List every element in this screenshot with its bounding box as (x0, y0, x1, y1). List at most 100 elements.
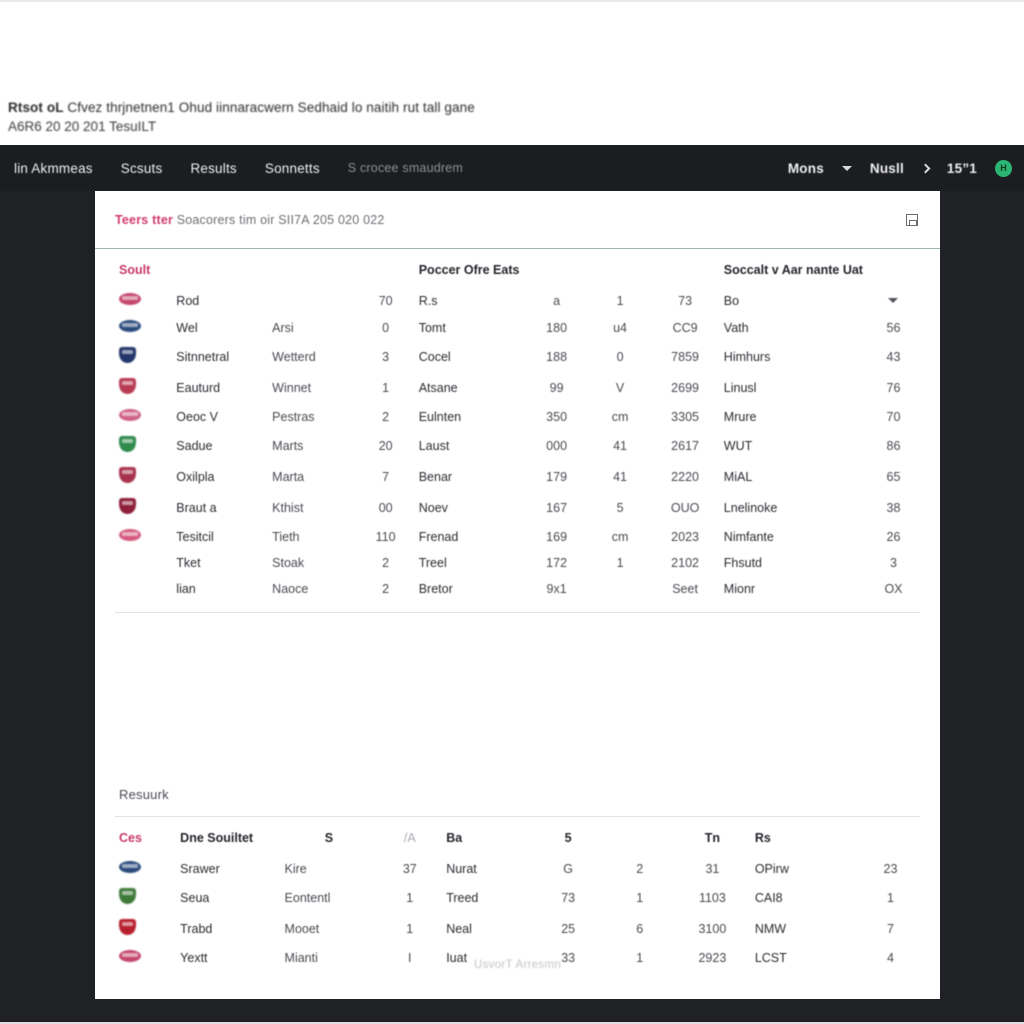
card-header: Teers tter Soacorers tim oir SII7A 205 0… (95, 191, 940, 249)
t1-cell-e: 188 (546, 349, 568, 364)
chevron-down-icon[interactable] (888, 298, 899, 303)
t1-cell-h: Nimfante (723, 529, 774, 544)
team-crest-icon (119, 347, 136, 363)
t1-cell-b: Tieth (272, 529, 300, 544)
table-row[interactable]: Tesitcil Tieth 110 Frenad 169 cm 2023 Nimfante 2… (115, 523, 920, 550)
table-row[interactable]: lian Naoce 2 Bretor 9x1 Seet Mionr OX (115, 576, 920, 602)
table-row[interactable]: Seua Eontentl 1 Treed 73 1 1103 CAI8 1 (115, 882, 920, 913)
page-heading: Rtsot oL Cfvez thrjnetnen1 Ohud iinnarac… (8, 97, 908, 118)
t1-cell-g: 3305 (671, 409, 699, 424)
table-two: Ces Dne Souiltet S /A Ba 5 Tn Rs Srawer K… (115, 817, 920, 971)
nav-item-sonnetts[interactable]: Sonnetts (265, 161, 320, 176)
team-crest-cell (115, 855, 176, 882)
t1-cell-e: a (553, 293, 561, 308)
t1-cell-a: Braut a (176, 500, 217, 515)
chevron-right-icon[interactable] (920, 163, 931, 173)
table-row[interactable]: Oxilpla Marta 7 Benar 179 41 2220 MiAL 65 (115, 461, 920, 492)
page-heading-lead: Rtsot oL (8, 100, 64, 115)
t1-cell-f: 1 (616, 556, 624, 570)
avatar[interactable]: H (995, 159, 1012, 177)
team-crest-cell (115, 403, 172, 430)
team-crest-cell (115, 287, 172, 314)
t1-cell-g: 2102 (671, 556, 699, 570)
t1-cell-b: Marta (272, 469, 305, 484)
th-col-a (172, 249, 268, 287)
t1-cell-c: 110 (375, 529, 396, 544)
table-row[interactable]: Tket Stoak 2 Treel 172 1 2102 Fhsutd 3 (115, 550, 920, 576)
table-row[interactable]: Sadue Marts 20 Laust 000 41 2617 WUT 86 (115, 430, 920, 461)
table-two-block: Ces Dne Souiltet S /A Ba 5 Tn Rs Srawer K… (95, 817, 940, 971)
table-row[interactable]: Braut a Kthist 00 Noev 167 5 OUO Lnelinoke 38 (115, 492, 920, 523)
nav-secondary-label[interactable]: Nusll (870, 161, 904, 176)
table-row[interactable]: Rod 70 R.s a 1 73 Bo (115, 287, 920, 314)
t1-cell-h: Mrure (723, 409, 757, 424)
nav-item-scouts[interactable]: Scsuts (121, 161, 163, 176)
t1-cell-h: MiAL (723, 469, 753, 484)
table-row[interactable]: Trabd Mooet 1 Neal 25 6 3100 NMW 7 (115, 913, 920, 944)
t1-cell-h: Lnelinoke (723, 500, 778, 515)
th-col-d: Poccer Ofre Eats (418, 263, 520, 277)
t1-cell-g: 2023 (671, 529, 699, 544)
t2-cell-f: 6 (636, 921, 644, 936)
t1-cell-a: Sadue (176, 438, 213, 453)
t2-cell-g: 1103 (698, 890, 726, 905)
t1-cell-d: Cocel (418, 349, 451, 364)
t2-cell-h: NMW (754, 921, 787, 936)
t1-cell-b: Wetterd (272, 349, 316, 364)
th-col-i (867, 249, 920, 287)
t1-cell-c: 2 (382, 582, 390, 596)
th-col-f (590, 249, 651, 287)
t1-cell-e: 000 (546, 438, 568, 453)
table-row[interactable]: Eauturd Winnet 1 Atsane 99 V 2699 Linusl 76 (115, 372, 920, 403)
t1-cell-d: Tomt (418, 320, 446, 335)
table-row[interactable]: Sitnnetral Wetterd 3 Cocel 188 0 7859 Himhurs 43 (115, 341, 920, 372)
t1-cell-d: Atsane (418, 380, 458, 395)
team-crest-icon (119, 498, 136, 514)
t1-cell-d: Bretor (418, 582, 453, 596)
t1-cell-c: 2 (382, 556, 390, 570)
t2-cell-c: 37 (402, 861, 417, 876)
nav-item-results[interactable]: Results (190, 161, 236, 176)
team-crest-cell (115, 341, 172, 372)
table-row[interactable]: Oeoc V Pestras 2 Eulnten 350 cm 3305 Mrure 70 (115, 403, 920, 430)
t1-cell-b (268, 287, 356, 314)
t1-cell-a: lian (176, 582, 196, 596)
t2-cell-c: 1 (406, 890, 414, 905)
th2-col-h: Rs (754, 831, 771, 845)
card-footer-note: UsvorT Arresmn (473, 959, 562, 971)
page-heading-strip: Rtsot oL Cfvez thrjnetnen1 Ohud iinnarac… (0, 0, 1024, 145)
team-crest-icon (119, 409, 141, 421)
table-row[interactable]: Srawer Kire 37 Nurat G 2 31 OPirw 23 (115, 855, 920, 882)
t1-cell-i: OX (884, 582, 903, 596)
team-crest-icon (119, 888, 136, 904)
t1-cell-a: Rod (176, 293, 200, 308)
t2-cell-b: Mooet (284, 921, 320, 936)
team-crest-icon (119, 919, 136, 935)
table-row[interactable]: Wel Arsi 0 Tomt 180 u4 CC9 Vath 56 (115, 314, 920, 341)
t1-cell-d: R.s (418, 293, 438, 308)
team-crest-icon (119, 467, 136, 483)
nav-item-secondary[interactable]: S crocee smaudrem (348, 161, 463, 175)
th2-col-c: /A (403, 831, 416, 845)
nav-item-home[interactable]: lin Akmmeas (14, 161, 93, 176)
t2-cell-a: Seua (180, 890, 210, 905)
t2-cell-e: 25 (561, 921, 576, 936)
nav-menu-label[interactable]: Mons (788, 161, 824, 176)
t1-cell-i: 86 (886, 438, 901, 453)
t2-cell-i: 23 (883, 861, 898, 876)
th2-col-b: S (324, 831, 334, 845)
t1-cell-f (590, 576, 651, 602)
table-one-body: Rod 70 R.s a 1 73 Bo Wel Arsi 0 Tomt 180 u4 CC9 Vath 56… (115, 287, 920, 602)
chevron-down-icon[interactable] (841, 165, 852, 171)
t1-cell-d: Noev (418, 500, 448, 515)
save-icon[interactable] (906, 213, 918, 226)
t1-cell-d: Treel (418, 556, 447, 570)
t1-cell-f: cm (611, 409, 629, 424)
t1-cell-e: 350 (546, 409, 568, 424)
t2-cell-d: Neal (446, 921, 472, 936)
t1-cell-a: Tket (176, 556, 201, 570)
team-crest-cell (115, 430, 172, 461)
t2-cell-h: CAI8 (754, 890, 783, 905)
t2-cell-b: Kire (284, 861, 307, 876)
row-sort-chevron-cell[interactable] (867, 287, 920, 314)
